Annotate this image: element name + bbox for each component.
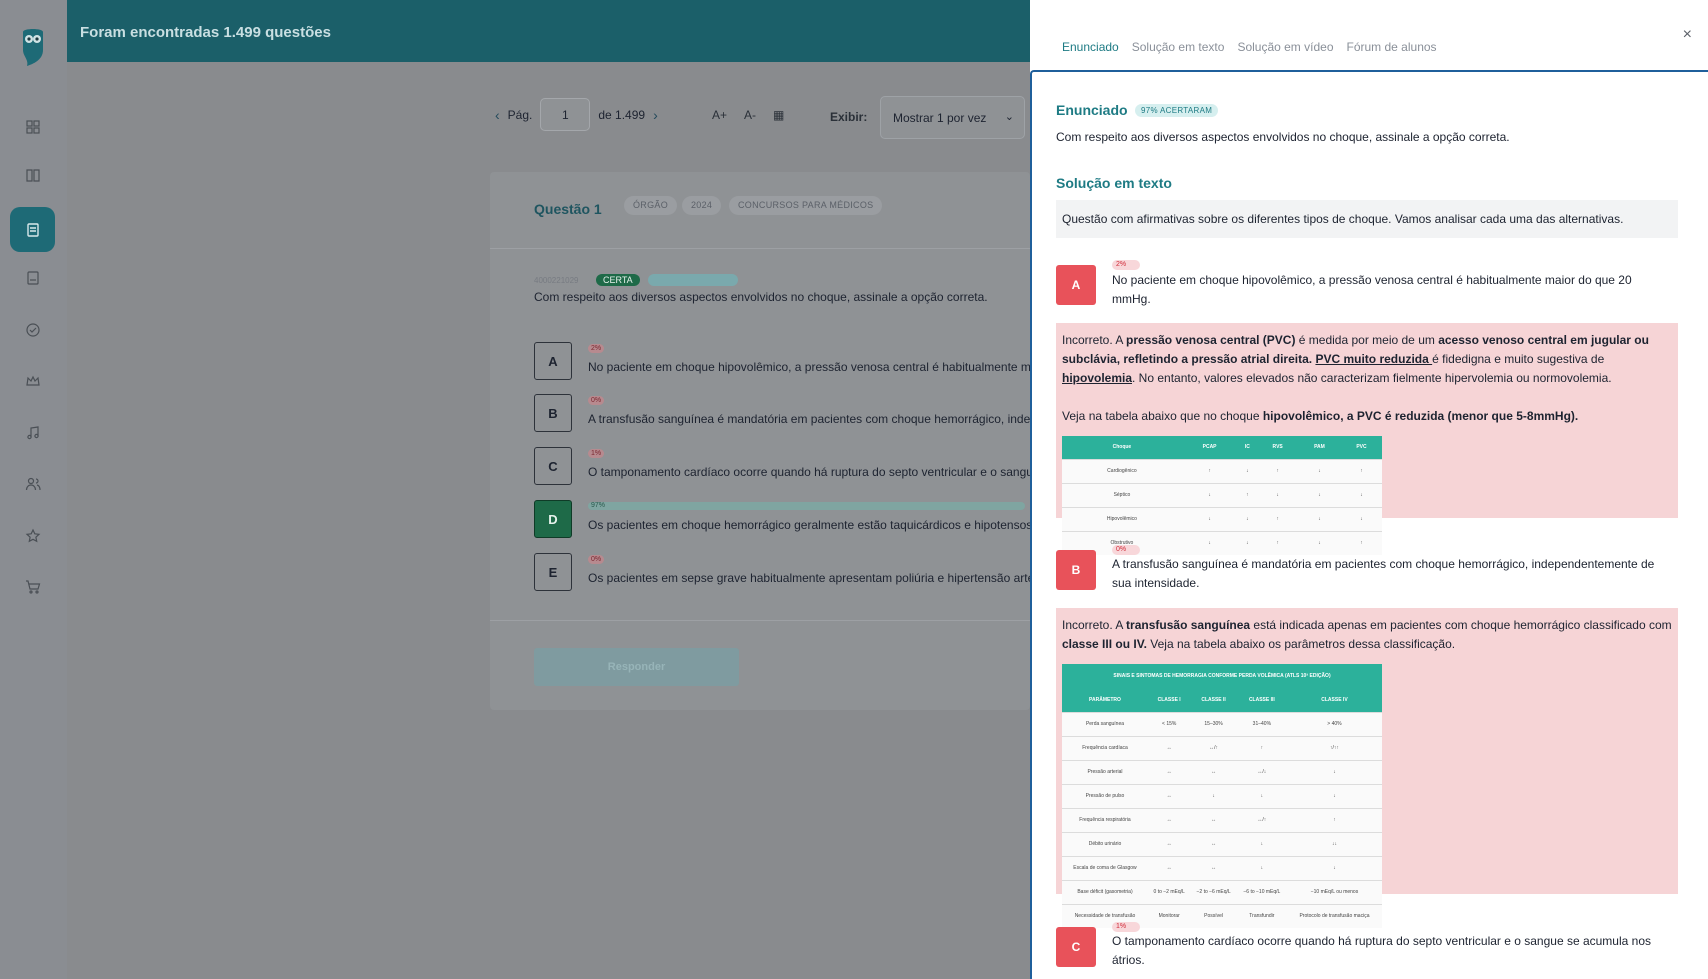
alternative-percent: 1% [1112,922,1140,932]
option-text: Os pacientes em sepse grave habitualment… [588,571,1030,585]
page-label: Pág. [507,107,533,122]
option-text: No paciente em choque hipovolêmico, a pr… [588,360,1030,374]
page-total: de 1.499 [598,107,646,122]
option-e[interactable]: E 0% Os pacientes em sepse grave habitua… [534,553,1030,593]
enunciado-title: Enunciado [1056,102,1128,118]
submit-button[interactable]: Responder [534,648,739,686]
option-letter[interactable]: A [534,342,572,380]
option-letter[interactable]: B [534,394,572,432]
chevron-down-icon: ⌄ [1004,111,1014,123]
option-b[interactable]: B 0% A transfusão sanguínea é mandatória… [534,394,1030,434]
option-a[interactable]: A 2% No paciente em choque hipovolêmico,… [534,342,1030,382]
option-percent: 0% [588,396,605,405]
font-tools: A+ A- ▦ [712,108,784,122]
alternative-a-badge: A [1056,265,1096,305]
explanation-paragraph: Veja na tabela abaixo que no choque hipo… [1062,409,1579,423]
book-icon[interactable] [10,152,55,197]
option-letter[interactable]: D [534,500,572,538]
music-icon[interactable] [10,410,55,455]
solution-panel: Enunciado Solução em texto Solução em ví… [1030,0,1708,979]
notebook-icon[interactable] [10,255,55,300]
divider [490,620,1030,621]
pagination: ‹ Pág. 1 de 1.499 › [495,98,658,131]
question-card: Questão 1 ÓRGÃO 2024 CONCURSOS PARA MÉDI… [490,172,1030,710]
shock-table: Choque PCAP IC RVS PAM PVC Cardiogênico ↑ ↓ ↑ ↓ ↑ … [1062,436,1382,555]
page-input[interactable]: 1 [540,98,591,131]
enunciado-text: Com respeito aos diversos aspectos envol… [1056,130,1510,144]
next-page-button[interactable]: › [653,107,658,123]
alternative-text: A transfusão sanguínea é mandatória em p… [1112,557,1655,590]
tag-chip[interactable]: CONCURSOS PARA MÉDICOS [729,196,883,215]
option-d[interactable]: D 97% Os pacientes em choque hemorrágico… [534,500,1030,540]
alternative-text: O tamponamento cardíaco ocorre quando há… [1112,934,1651,967]
questions-icon[interactable] [10,207,55,252]
option-percent: 1% [588,449,605,458]
hemorrhage-table: PARÂMETRO CLASSE I CLASSE II CLASSE III CLAS… [1062,689,1382,928]
solucao-title: Solução em texto [1056,175,1172,191]
display-select-value: Mostrar 1 por vez [893,111,987,125]
question-stem: Com respeito aos diversos aspectos envol… [534,290,988,304]
alternative-text: No paciente em choque hipovolêmico, a pr… [1112,273,1632,306]
display-label: Exibir: [830,110,868,124]
option-text: O tamponamento cardíaco ocorre quando há… [588,465,1030,479]
display-select[interactable]: Mostrar 1 por vez ⌄ [880,96,1025,139]
accuracy-badge: 97% ACERTARAM [1135,104,1219,117]
owl-logo-icon[interactable] [19,26,47,66]
dashboard-icon[interactable] [10,104,55,149]
tab-forum[interactable]: Fórum de alunos [1347,40,1437,54]
font-decrease-button[interactable]: A- [744,108,756,122]
calculator-icon[interactable]: ▦ [773,108,784,122]
prev-page-button[interactable]: ‹ [495,107,500,123]
cart-icon[interactable] [10,564,55,609]
tab-solucao-video[interactable]: Solução em vídeo [1237,40,1333,54]
option-letter[interactable]: E [534,553,572,591]
tag-chip[interactable]: 2024 [682,196,722,215]
hemorrhage-table-caption: SINAIS E SINTOMAS DE HEMORRAGIA CONFORME… [1062,664,1382,689]
panel-tabs: Enunciado Solução em texto Solução em ví… [1062,40,1437,54]
status-badge: CERTA [596,274,640,286]
question-title: Questão 1 [534,201,602,217]
crown-icon[interactable] [10,358,55,403]
alternative-b-explanation: Incorreto. A transfusão sanguínea está i… [1056,608,1678,928]
option-text: Os pacientes em choque hemorrágico geral… [588,518,1030,532]
alternative-percent: 2% [1112,260,1140,270]
tab-solucao-texto[interactable]: Solução em texto [1132,40,1225,54]
explanation-paragraph: Incorreto. A transfusão sanguínea está i… [1062,618,1672,651]
star-icon[interactable] [10,513,55,558]
close-icon[interactable]: × [1683,26,1692,44]
hemorrhage-table-wrap: SINAIS E SINTOMAS DE HEMORRAGIA CONFORME… [1062,664,1382,928]
sidebar [0,0,67,979]
question-id: 4000221029 [534,276,579,285]
panel-content: Enunciado 97% ACERTARAM Com respeito aos… [1030,70,1708,979]
tab-enunciado[interactable]: Enunciado [1062,40,1119,54]
status-badge-secondary [648,274,738,286]
option-text: A transfusão sanguínea é mandatória em p… [588,412,1030,426]
font-increase-button[interactable]: A+ [712,108,727,122]
option-letter[interactable]: C [534,447,572,485]
users-icon[interactable] [10,461,55,506]
option-percent: 0% [588,555,605,564]
option-percent-bar: 97% [588,502,1025,510]
alternative-a-explanation: Incorreto. A pressão venosa central (PVC… [1056,323,1678,555]
performance-icon[interactable] [10,307,55,352]
explanation-paragraph: Incorreto. A pressão venosa central (PVC… [1062,333,1649,385]
solucao-intro: Questão com afirmativas sobre os diferen… [1056,200,1678,238]
divider [490,248,1030,249]
results-count: Foram encontradas 1.499 questões [80,24,331,41]
tag-chip[interactable]: ÓRGÃO [624,196,678,215]
option-percent: 2% [588,344,605,353]
alternative-c-badge: C [1056,927,1096,967]
option-c[interactable]: C 1% O tamponamento cardíaco ocorre quan… [534,447,1030,487]
alternative-percent: 0% [1112,545,1140,555]
results-header: Foram encontradas 1.499 questões [67,0,1030,62]
alternative-b-badge: B [1056,550,1096,590]
